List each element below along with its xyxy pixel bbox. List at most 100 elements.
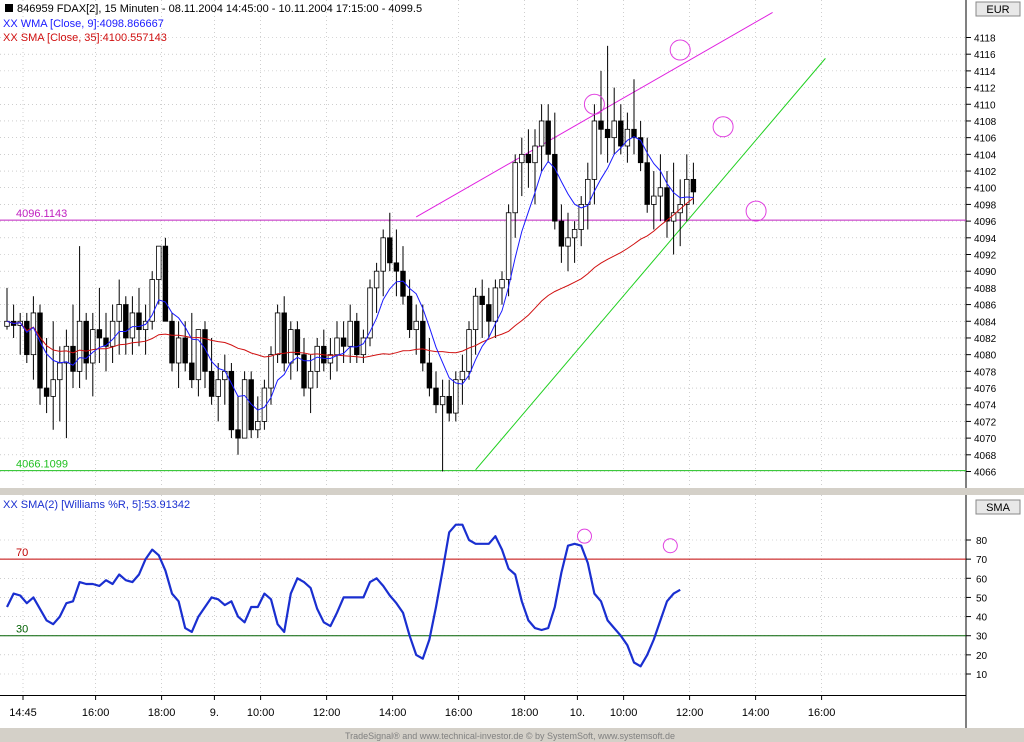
candle-body <box>624 128 631 147</box>
candle-body <box>552 153 558 222</box>
candle-body <box>268 354 274 389</box>
candle-body <box>255 421 261 431</box>
candle-body <box>294 329 301 356</box>
candle-body <box>472 295 479 331</box>
price-tick-label: 4092 <box>974 251 997 262</box>
candle-body <box>420 320 426 364</box>
candle-body <box>367 287 373 339</box>
candle-body <box>400 270 406 297</box>
candle-body <box>90 329 96 364</box>
chart-canvas: 4096.11434066.10997030 40664068407040724… <box>0 0 1024 742</box>
price-tick-label: 4090 <box>974 267 997 278</box>
price-tick-label: 4116 <box>974 50 996 61</box>
candle-body <box>690 178 697 193</box>
symbol-marker-icon <box>5 4 13 12</box>
candle-body <box>492 287 499 322</box>
candle-body <box>591 120 598 180</box>
candle-body <box>393 262 400 272</box>
osc-level-label: 70 <box>16 547 28 559</box>
price-tick-label: 4070 <box>974 434 997 445</box>
candle-body <box>499 279 505 289</box>
candle-body <box>558 220 565 247</box>
candle-body <box>307 370 314 389</box>
candle-body <box>334 337 340 356</box>
candle-body <box>208 370 215 397</box>
candle-body <box>274 312 281 356</box>
candle-body <box>354 320 360 356</box>
candle-body <box>109 320 116 347</box>
price-tick-label: 4074 <box>974 401 997 412</box>
osc-tick-label: 30 <box>976 632 988 643</box>
candle-body <box>281 312 287 364</box>
candle-body <box>314 345 320 372</box>
osc-level-label: 30 <box>16 624 28 636</box>
candle-body <box>604 128 611 139</box>
candle-body <box>406 295 413 331</box>
candle-body <box>479 295 485 305</box>
price-tick-label: 4072 <box>974 417 997 428</box>
candle-body <box>169 320 175 364</box>
candle-body <box>340 337 347 347</box>
candle-body <box>525 153 532 164</box>
candle-body <box>76 320 83 372</box>
price-tick-label: 4096 <box>974 217 997 228</box>
osc-tick-label: 40 <box>976 613 988 624</box>
time-tick-label: 16:00 <box>82 707 110 719</box>
price-tick-label: 4088 <box>974 284 997 295</box>
time-tick-label: 10:00 <box>247 707 275 719</box>
candle-body <box>63 345 70 364</box>
candle-body <box>466 329 472 372</box>
candle-body <box>235 429 241 439</box>
osc-tick-label: 10 <box>976 670 988 681</box>
price-tick-label: 4082 <box>974 334 997 345</box>
candle-body <box>380 237 386 272</box>
candle-body <box>505 212 512 280</box>
candle-body <box>347 320 353 347</box>
time-tick-label: 16:00 <box>445 707 473 719</box>
candle-body <box>387 237 393 264</box>
price-tick-label: 4076 <box>974 384 997 395</box>
price-tick-label: 4114 <box>974 67 996 78</box>
candle-body <box>439 395 446 406</box>
candle-body <box>433 387 439 406</box>
candle-body <box>684 178 690 205</box>
candle-body <box>486 304 492 322</box>
candle-body <box>446 395 452 414</box>
price-tick-label: 4112 <box>974 84 996 95</box>
price-tick-label: 4084 <box>974 317 997 328</box>
time-tick-label: 14:00 <box>742 707 770 719</box>
price-tick-label: 4100 <box>974 184 997 195</box>
candle-body <box>129 312 136 339</box>
price-tick-label: 4106 <box>974 134 997 145</box>
candle-body <box>43 387 50 397</box>
candle-body <box>162 245 169 322</box>
time-tick-label: 16:00 <box>808 707 836 719</box>
price-tick-label: 4086 <box>974 301 997 312</box>
candle-body <box>657 187 664 197</box>
candle-body <box>222 370 228 381</box>
candle-body <box>637 137 644 164</box>
time-tick-label: 10. <box>570 707 585 719</box>
candle-body <box>96 329 103 339</box>
candle-body <box>538 120 545 147</box>
time-tick-label: 12:00 <box>676 707 704 719</box>
price-tick-label: 4066 <box>974 468 997 479</box>
candle-body <box>182 337 188 364</box>
candle-body <box>459 370 466 381</box>
candle-body <box>618 120 624 147</box>
wma-legend: XX WMA [Close, 9]:4098.866667 <box>3 18 164 30</box>
candle-body <box>37 312 43 389</box>
pane-splitter[interactable] <box>0 488 1024 495</box>
osc-tick-label: 70 <box>976 555 988 566</box>
time-tick-label: 18:00 <box>511 707 539 719</box>
candle-body <box>651 195 657 205</box>
candle-body <box>664 187 670 222</box>
candle-body <box>50 379 56 397</box>
candle-body <box>426 362 433 389</box>
osc-tick-label: 50 <box>976 593 988 604</box>
time-tick-label: 14:45 <box>9 707 37 719</box>
candle-body <box>373 270 380 289</box>
background <box>0 0 1024 742</box>
symbol-title: 846959 FDAX[2], 15 Minuten - 08.11.2004 … <box>17 3 422 15</box>
candle-body <box>571 229 578 239</box>
